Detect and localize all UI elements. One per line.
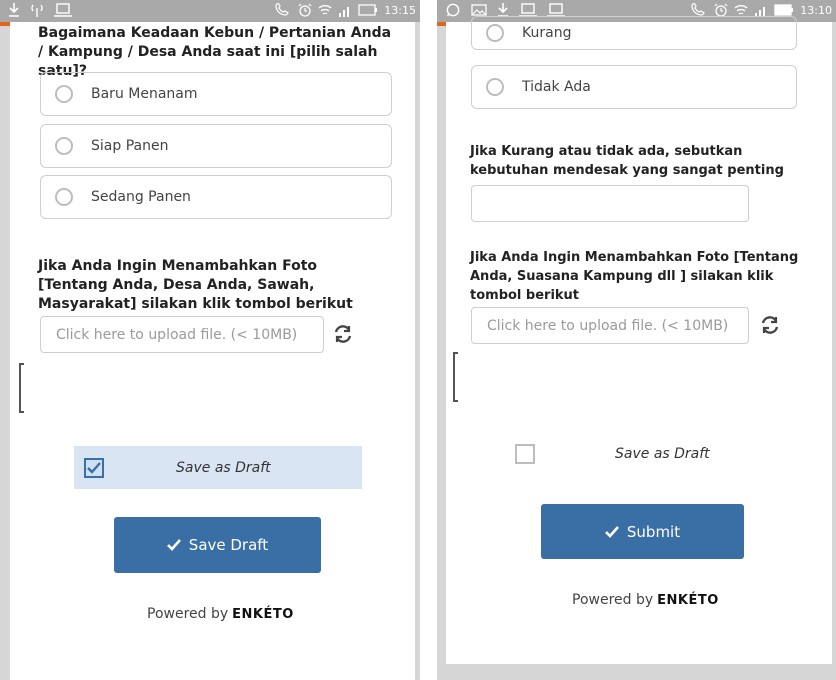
photo-question-label: Jika Anda Ingin Menambahkan Foto [Tentan… <box>470 250 799 303</box>
submit-button[interactable]: Submit <box>541 504 744 559</box>
photo-question-label: Jika Anda Ingin Menambahkan Foto [Tentan… <box>38 258 353 312</box>
left-phone-screen: 13:15 Bagaimana Keadaan Kebun / Pertania… <box>0 0 420 680</box>
radio-option[interactable]: Kurang <box>471 16 797 50</box>
powered-by-text: Powered by <box>572 592 654 608</box>
check-icon <box>604 525 619 538</box>
radio-button[interactable] <box>486 78 504 96</box>
laptop-icon <box>547 3 565 17</box>
save-as-draft-toggle[interactable]: Save as Draft <box>507 432 807 475</box>
call-icon <box>275 3 290 16</box>
download-icon <box>9 3 19 17</box>
status-time: 13:10 <box>800 3 832 17</box>
button-label: Save Draft <box>188 536 269 554</box>
status-bar: 13:15 <box>0 0 420 22</box>
powered-by: Powered by ENKÉTO <box>572 592 719 608</box>
alarm-icon <box>298 3 312 17</box>
option-label: Sedang Panen <box>91 189 191 205</box>
option-label: Tidak Ada <box>522 79 591 95</box>
option-label: Baru Menanam <box>91 86 198 102</box>
image-icon <box>471 4 487 16</box>
radio-button[interactable] <box>55 85 73 103</box>
antenna-icon <box>31 4 43 17</box>
signal-icon <box>339 7 350 17</box>
radio-option[interactable]: Siap Panen <box>40 124 392 168</box>
draft-checkbox[interactable] <box>515 443 535 464</box>
wifi-icon <box>318 5 332 15</box>
powered-by-text: Powered by <box>147 606 229 622</box>
draft-checkbox[interactable] <box>84 457 104 478</box>
powered-by: Powered by ENKÉTO <box>147 606 294 622</box>
need-text-input[interactable] <box>471 185 749 222</box>
right-phone-screen: 13:10 Kurang Tidak Ada Jika Kurang atau … <box>437 0 836 680</box>
battery-icon <box>358 4 378 16</box>
laptop-icon <box>54 3 72 17</box>
bracket-mark <box>19 363 24 413</box>
form-content: Kurang Tidak Ada Jika Kurang atau tidak … <box>446 16 832 664</box>
bracket-mark <box>453 352 458 402</box>
save-as-draft-toggle[interactable]: Save as Draft <box>74 446 362 489</box>
radio-button[interactable] <box>55 188 73 206</box>
whatsapp-icon <box>446 3 460 17</box>
refresh-icon[interactable] <box>332 323 354 345</box>
wifi-icon <box>734 5 748 15</box>
enketo-logo[interactable]: ENKÉTO <box>657 593 719 608</box>
refresh-icon[interactable] <box>759 314 781 336</box>
upload-input[interactable]: Click here to upload file. (< 10MB) <box>40 316 324 353</box>
download-icon <box>498 3 508 17</box>
save-draft-button[interactable]: Save Draft <box>114 517 321 573</box>
radio-button[interactable] <box>486 24 504 42</box>
check-icon <box>87 461 101 474</box>
option-label: Siap Panen <box>91 138 169 154</box>
draft-label: Save as Draft <box>176 459 271 476</box>
draft-label: Save as Draft <box>615 445 710 462</box>
radio-option[interactable]: Sedang Panen <box>40 175 392 219</box>
radio-option[interactable]: Baru Menanam <box>40 72 392 116</box>
battery-icon <box>774 4 794 16</box>
option-label: Kurang <box>522 25 572 41</box>
radio-button[interactable] <box>55 137 73 155</box>
alarm-icon <box>714 3 728 17</box>
laptop-icon <box>519 3 537 17</box>
signal-icon <box>755 7 766 17</box>
status-time: 13:15 <box>384 3 416 17</box>
button-label: Submit <box>626 522 681 541</box>
upload-input[interactable]: Click here to upload file. (< 10MB) <box>471 307 749 344</box>
check-icon <box>166 539 181 551</box>
call-icon <box>691 3 706 16</box>
enketo-logo[interactable]: ENKÉTO <box>232 607 294 622</box>
radio-option[interactable]: Tidak Ada <box>471 65 797 109</box>
need-question-label: Jika Kurang atau tidak ada, sebutkan keb… <box>470 144 784 178</box>
form-content: Bagaimana Keadaan Kebun / Pertanian Anda… <box>10 22 415 680</box>
